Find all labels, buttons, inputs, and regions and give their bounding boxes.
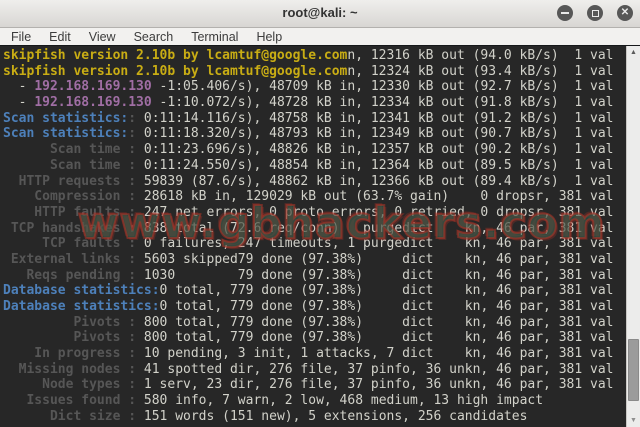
- terminal-line: Dict size : 151 words (151 new), 5 exten…: [3, 409, 614, 425]
- terminal-line: Scan time : 0:11:24.550/s), 48854 kB in,…: [3, 158, 614, 174]
- terminal-output[interactable]: skipfish version 2.10b by lcamtuf@google…: [0, 46, 640, 427]
- menu-item-terminal[interactable]: Terminal: [182, 29, 247, 46]
- window-controls: ✕: [557, 5, 633, 21]
- scroll-up-icon[interactable]: ▲: [627, 49, 640, 56]
- terminal-line: Compression : 28618 kB in, 129029 kB out…: [3, 189, 614, 205]
- terminal-line: - 192.168.169.130 -1:05.406/s), 48709 kB…: [3, 79, 614, 95]
- terminal-line: HTTP faults : 247 net errors, 0 proto er…: [3, 205, 614, 221]
- terminal-line: Scan statistics:: 0:11:18.320/s), 48793 …: [3, 126, 614, 142]
- terminal-line: Database statistics:0 total, 779 done (9…: [3, 299, 614, 315]
- terminal-line: Scan time : 0:11:23.696/s), 48826 kB in,…: [3, 142, 614, 158]
- terminal-line: Scan statistics:: 0:11:14.116/s), 48758 …: [3, 111, 614, 127]
- menu-item-search[interactable]: Search: [125, 29, 183, 46]
- titlebar[interactable]: root@kali: ~ ✕: [0, 0, 640, 28]
- terminal-line: TCP faults : 0 failures, 247 timeouts, 1…: [3, 236, 614, 252]
- maximize-button[interactable]: [587, 5, 603, 21]
- scrollbar[interactable]: ▲ ▼: [626, 46, 640, 427]
- terminal-line: skipfish version 2.10b by lcamtuf@google…: [3, 48, 614, 64]
- terminal-line: Missing nodes : 41 spotted dir, 276 file…: [3, 362, 614, 378]
- terminal-line: Database statistics:0 total, 779 done (9…: [3, 283, 614, 299]
- terminal-line: - 192.168.169.130 -1:10.072/s), 48728 kB…: [3, 95, 614, 111]
- scroll-down-icon[interactable]: ▼: [627, 417, 640, 424]
- menu-item-view[interactable]: View: [80, 29, 125, 46]
- terminal-line: Pivots : 800 total, 779 done (97.38%) di…: [3, 315, 614, 331]
- terminal-line: Reqs pending : 1030 79 done (97.38%) dic…: [3, 268, 614, 284]
- menu-item-file[interactable]: File: [2, 29, 40, 46]
- terminal-line: Pivots : 800 total, 779 done (97.38%) di…: [3, 330, 614, 346]
- window-title: root@kali: ~: [0, 5, 640, 20]
- terminal-line: HTTP requests : 59839 (87.6/s), 48862 kB…: [3, 174, 614, 190]
- scrollbar-thumb[interactable]: [628, 339, 639, 401]
- minimize-icon: [561, 12, 569, 14]
- terminal-window: root@kali: ~ ✕ FileEditViewSearchTermina…: [0, 0, 640, 426]
- menu-item-edit[interactable]: Edit: [40, 29, 80, 46]
- close-button[interactable]: ✕: [617, 5, 633, 21]
- maximize-icon: [592, 10, 599, 17]
- close-icon: ✕: [617, 6, 633, 20]
- terminal-line: Node types : 1 serv, 23 dir, 276 file, 3…: [3, 377, 614, 393]
- terminal-line: skipfish version 2.10b by lcamtuf@google…: [3, 64, 614, 80]
- terminal-line: Issues found : 580 info, 7 warn, 2 low, …: [3, 393, 614, 409]
- terminal-line: TCP handshakes : 838 total (72.6 req/con…: [3, 221, 614, 237]
- menubar: FileEditViewSearchTerminalHelp: [0, 28, 640, 46]
- terminal-line: External links : 5603 skipped79 done (97…: [3, 252, 614, 268]
- minimize-button[interactable]: [557, 5, 573, 21]
- menu-item-help[interactable]: Help: [247, 29, 291, 46]
- terminal-text: skipfish version 2.10b by lcamtuf@google…: [3, 48, 614, 425]
- terminal-line: In progress : 10 pending, 3 init, 1 atta…: [3, 346, 614, 362]
